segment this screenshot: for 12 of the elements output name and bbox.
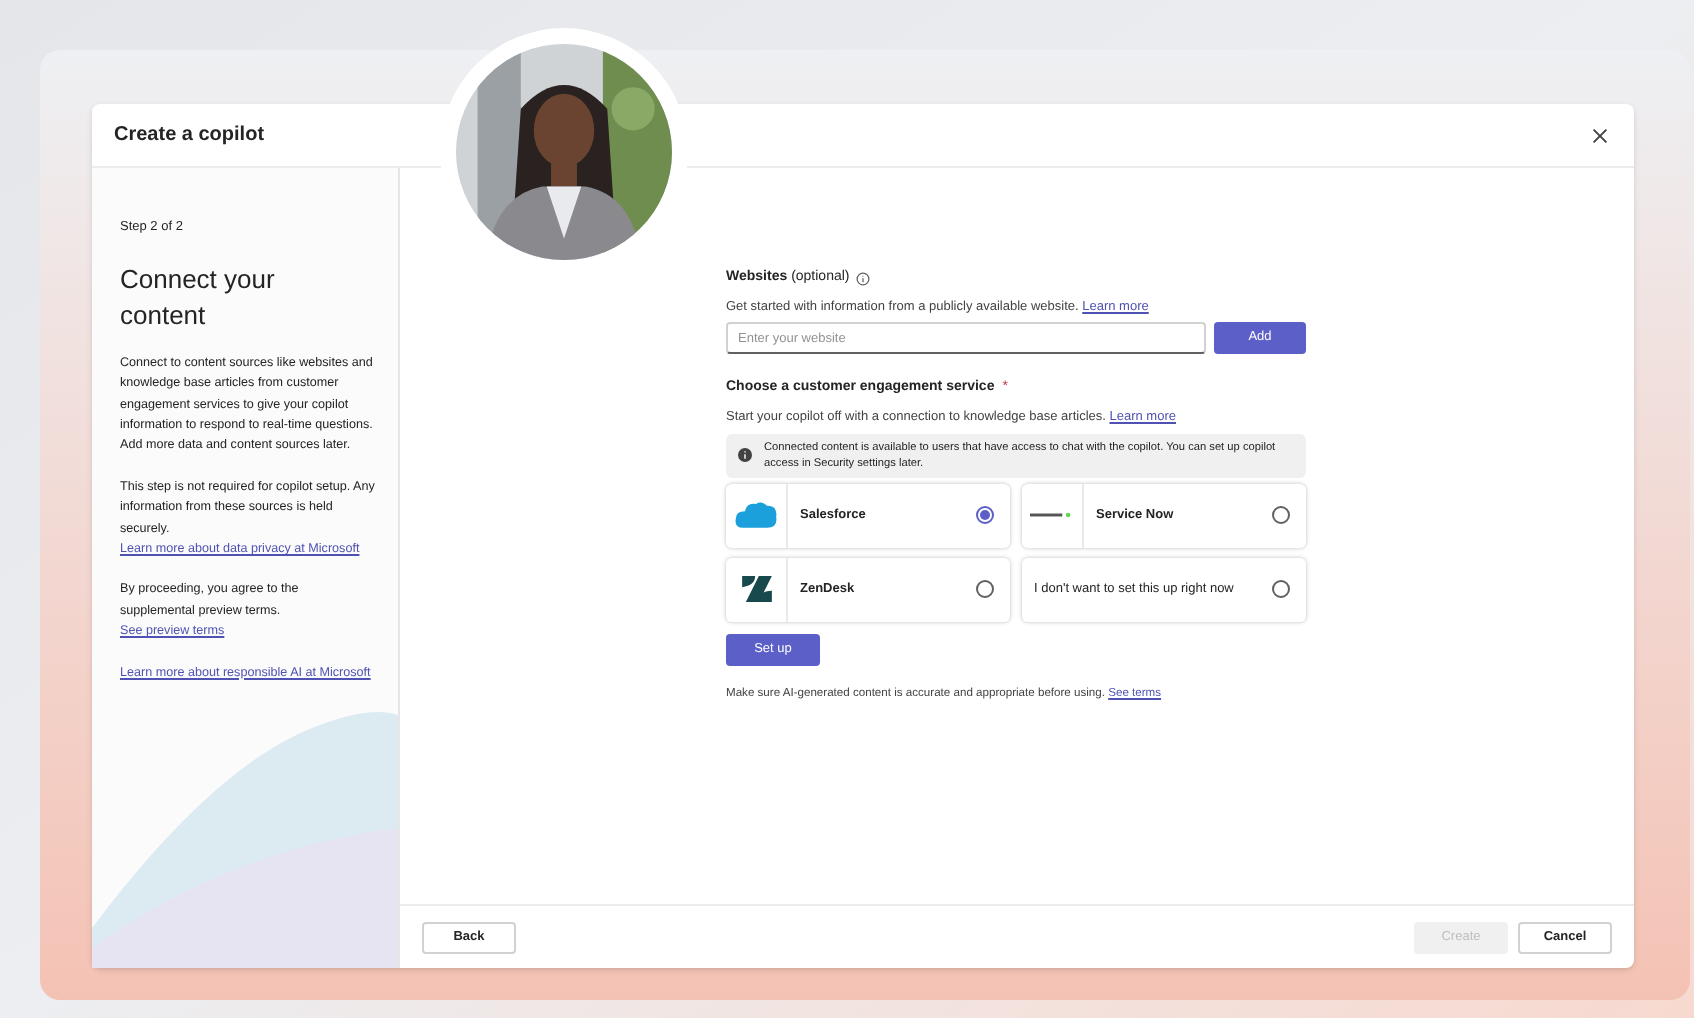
zigzag-logo-icon: [741, 576, 771, 602]
cloud-logo-icon: [734, 500, 778, 530]
info-icon: [738, 448, 752, 462]
close-icon[interactable]: [1592, 127, 1608, 143]
dialog-title: Create a copilot: [114, 122, 265, 150]
radio-button[interactable]: [976, 506, 994, 524]
wordmark-logo-icon: [1030, 512, 1074, 518]
radio-button[interactable]: [976, 580, 994, 598]
radio-button[interactable]: [1272, 580, 1290, 598]
sidebar-heading: Connect your content: [120, 261, 277, 334]
radio-button[interactable]: [1272, 506, 1290, 524]
info-icon: [855, 271, 870, 286]
